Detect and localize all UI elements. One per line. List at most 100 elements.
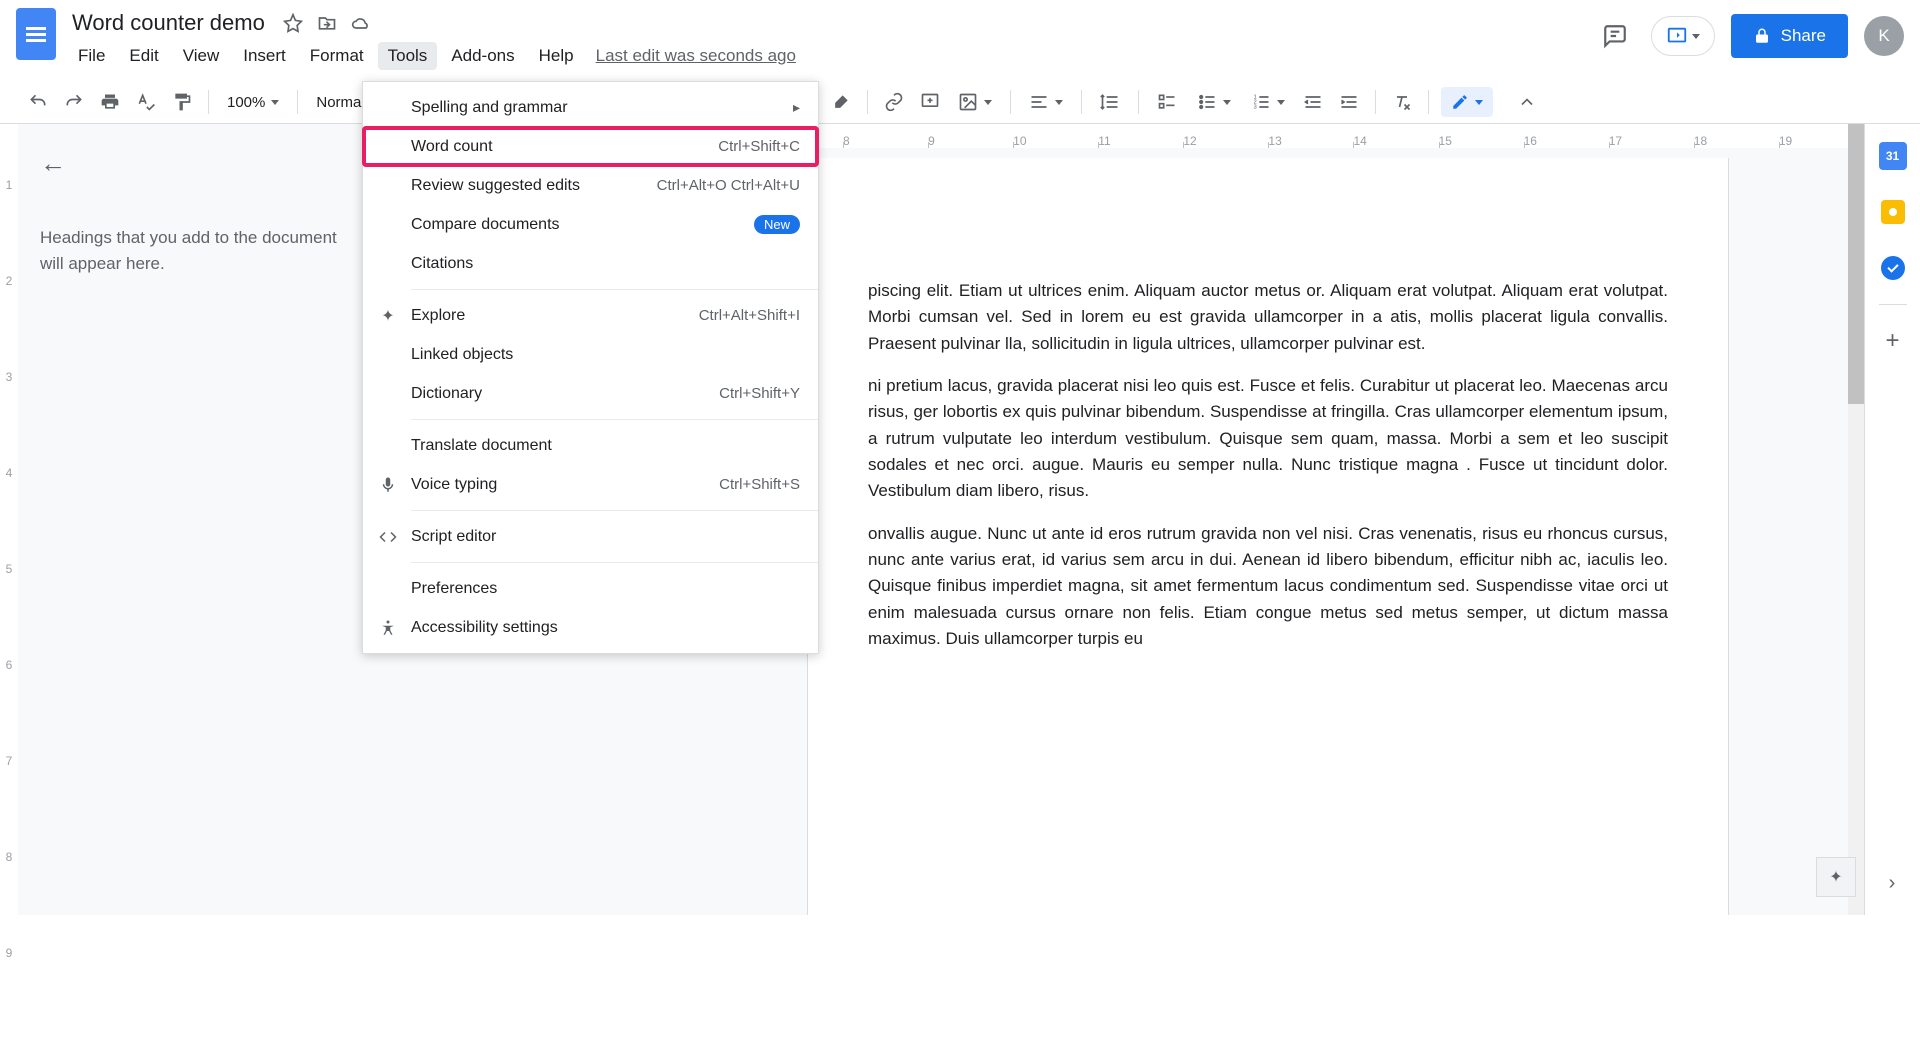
scrollbar-thumb[interactable] [1848, 124, 1864, 404]
menu-shortcut: Ctrl+Alt+Shift+I [699, 307, 800, 324]
account-avatar[interactable]: K [1864, 16, 1904, 56]
menu-item-spelling[interactable]: Spelling and grammar ▸ [363, 88, 818, 127]
menu-item-voice-typing[interactable]: Voice typing Ctrl+Shift+S [363, 465, 818, 504]
print-icon[interactable] [96, 88, 124, 116]
keep-icon[interactable] [1873, 192, 1913, 232]
menu-item-compare[interactable]: Compare documents New [363, 205, 818, 244]
menu-edit[interactable]: Edit [119, 42, 168, 70]
ruler-tick: 13 [1268, 134, 1353, 148]
menu-shortcut: Ctrl+Shift+S [719, 476, 800, 493]
menu-item-word-count[interactable]: Word count Ctrl+Shift+C [363, 127, 818, 166]
indent-decrease-icon[interactable] [1299, 88, 1327, 116]
ruler-tick: 18 [1694, 134, 1779, 148]
ruler-tick: 8 [843, 134, 928, 148]
zoom-select[interactable]: 100% [221, 94, 285, 111]
side-panel: 31 + [1864, 124, 1920, 915]
clear-formatting-icon[interactable] [1388, 88, 1416, 116]
undo-icon[interactable] [24, 88, 52, 116]
paragraph[interactable]: piscing elit. Etiam ut ultrices enim. Al… [868, 278, 1668, 357]
menu-item-accessibility[interactable]: Accessibility settings [363, 608, 818, 647]
last-edit-link[interactable]: Last edit was seconds ago [588, 42, 804, 70]
menu-insert[interactable]: Insert [233, 42, 296, 70]
menu-divider [411, 562, 818, 563]
checklist-icon[interactable] [1151, 92, 1183, 112]
chevron-down-icon [1223, 100, 1231, 105]
menu-divider [411, 289, 818, 290]
menu-item-review-edits[interactable]: Review suggested edits Ctrl+Alt+O Ctrl+A… [363, 166, 818, 205]
chevron-down-icon [1475, 100, 1483, 105]
paragraph[interactable]: onvallis augue. Nunc ut ante id eros rut… [868, 521, 1668, 653]
align-icon[interactable] [1023, 92, 1069, 112]
menu-help[interactable]: Help [529, 42, 584, 70]
menu-format[interactable]: Format [300, 42, 374, 70]
side-panel-toggle-icon[interactable]: › [1878, 869, 1906, 897]
menu-addons[interactable]: Add-ons [441, 42, 524, 70]
document-page[interactable]: piscing elit. Etiam ut ultrices enim. Al… [807, 158, 1729, 915]
menu-item-explore[interactable]: ✦ Explore Ctrl+Alt+Shift+I [363, 296, 818, 335]
ruler-tick: 16 [1524, 134, 1609, 148]
menu-item-label: Review suggested edits [411, 177, 580, 195]
present-button[interactable] [1651, 16, 1715, 56]
ruler-tick: 4 [0, 466, 18, 562]
menu-tools[interactable]: Tools [378, 42, 438, 70]
separator [867, 90, 868, 114]
menu-item-preferences[interactable]: Preferences [363, 569, 818, 608]
collapse-toolbar-icon[interactable] [1513, 88, 1541, 116]
numbered-list-icon[interactable]: 123 [1245, 92, 1291, 112]
chevron-down-icon [271, 100, 279, 105]
line-spacing-icon[interactable] [1094, 92, 1126, 112]
docs-logo-icon[interactable] [16, 8, 56, 60]
explore-fab-icon[interactable]: ✦ [1816, 857, 1856, 897]
comment-history-icon[interactable] [1595, 16, 1635, 56]
indent-increase-icon[interactable] [1335, 88, 1363, 116]
move-icon[interactable] [317, 13, 337, 33]
ruler-tick: 17 [1609, 134, 1694, 148]
new-badge: New [754, 215, 800, 234]
cloud-status-icon[interactable] [351, 13, 371, 33]
separator [1010, 90, 1011, 114]
menu-item-translate[interactable]: Translate document [363, 426, 818, 465]
mic-icon [377, 474, 399, 496]
menu-shortcut: Ctrl+Alt+O Ctrl+Alt+U [657, 177, 800, 194]
menu-divider [411, 510, 818, 511]
submenu-arrow-icon: ▸ [793, 99, 800, 116]
bullet-list-icon[interactable] [1191, 92, 1237, 112]
calendar-icon[interactable]: 31 [1873, 136, 1913, 176]
style-value: Normal [316, 94, 364, 111]
zoom-value: 100% [227, 94, 265, 111]
paragraph[interactable]: ni pretium lacus, gravida placerat nisi … [868, 373, 1668, 505]
menu-shortcut: Ctrl+Shift+Y [719, 385, 800, 402]
insert-image-icon[interactable] [952, 92, 998, 112]
vertical-ruler: 1 2 3 4 5 6 7 8 9 [0, 124, 18, 915]
menu-view[interactable]: View [173, 42, 230, 70]
menu-divider [411, 419, 818, 420]
insert-comment-icon[interactable] [916, 88, 944, 116]
ruler-tick: 5 [0, 562, 18, 658]
insert-link-icon[interactable] [880, 88, 908, 116]
separator [1428, 90, 1429, 114]
menu-item-linked-objects[interactable]: Linked objects [363, 335, 818, 374]
scrollbar[interactable] [1848, 124, 1864, 915]
paint-format-icon[interactable] [168, 88, 196, 116]
redo-icon[interactable] [60, 88, 88, 116]
editing-mode-button[interactable] [1441, 87, 1493, 117]
menu-item-label: Script editor [411, 528, 496, 546]
menu-item-label: Voice typing [411, 476, 497, 494]
menu-item-dictionary[interactable]: Dictionary Ctrl+Shift+Y [363, 374, 818, 413]
star-icon[interactable] [283, 13, 303, 33]
add-addon-icon[interactable]: + [1873, 321, 1913, 361]
menu-item-label: Translate document [411, 437, 552, 455]
tasks-icon[interactable] [1873, 248, 1913, 288]
close-outline-icon[interactable]: ← [40, 148, 341, 179]
highlight-color-icon[interactable] [827, 88, 855, 116]
menu-shortcut: Ctrl+Shift+C [718, 138, 800, 155]
ruler-tick: 11 [1098, 134, 1183, 148]
menu-item-script-editor[interactable]: Script editor [363, 517, 818, 556]
share-button[interactable]: Share [1731, 14, 1848, 58]
menu-item-citations[interactable]: Citations [363, 244, 818, 283]
menu-item-label: Explore [411, 307, 465, 325]
chevron-down-icon [1277, 100, 1285, 105]
spellcheck-icon[interactable] [132, 88, 160, 116]
document-title[interactable]: Word counter demo [68, 8, 269, 38]
menu-file[interactable]: File [68, 42, 115, 70]
